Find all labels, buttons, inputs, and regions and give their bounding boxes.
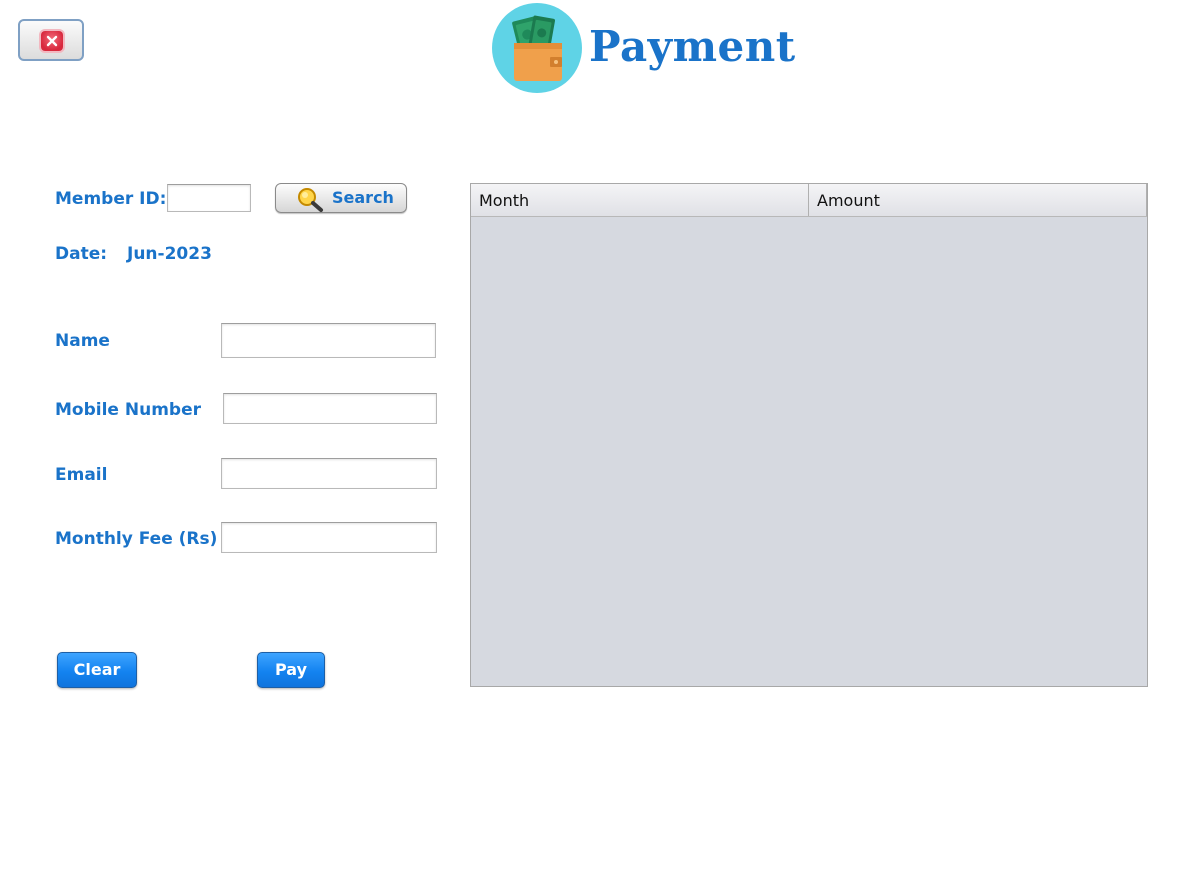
date-value: Jun-2023	[127, 244, 212, 264]
member-id-label: Member ID:	[55, 189, 167, 209]
column-header-amount[interactable]: Amount	[809, 184, 1147, 216]
monthly-fee-input[interactable]	[221, 522, 437, 553]
search-button-label: Search	[332, 188, 394, 207]
page-title: Payment	[589, 22, 796, 71]
mobile-number-label: Mobile Number	[55, 400, 201, 420]
magnifier-icon	[296, 186, 324, 216]
table-header: Month Amount	[471, 184, 1147, 217]
clear-button[interactable]: Clear	[57, 652, 137, 688]
payments-table[interactable]: Month Amount	[470, 183, 1148, 687]
search-button[interactable]: Search	[275, 183, 407, 213]
name-label: Name	[55, 331, 110, 351]
mobile-number-input[interactable]	[223, 393, 437, 424]
email-input[interactable]	[221, 458, 437, 489]
monthly-fee-label: Monthly Fee (Rs)	[55, 529, 218, 549]
member-id-input[interactable]	[167, 184, 251, 212]
close-button[interactable]	[18, 19, 84, 61]
date-label: Date:	[55, 244, 108, 264]
name-input[interactable]	[221, 323, 436, 358]
email-label: Email	[55, 465, 108, 485]
pay-button[interactable]: Pay	[257, 652, 325, 688]
table-body[interactable]	[471, 217, 1147, 687]
wallet-money-icon	[492, 3, 582, 93]
column-header-month[interactable]: Month	[471, 184, 809, 216]
close-icon	[41, 31, 63, 51]
